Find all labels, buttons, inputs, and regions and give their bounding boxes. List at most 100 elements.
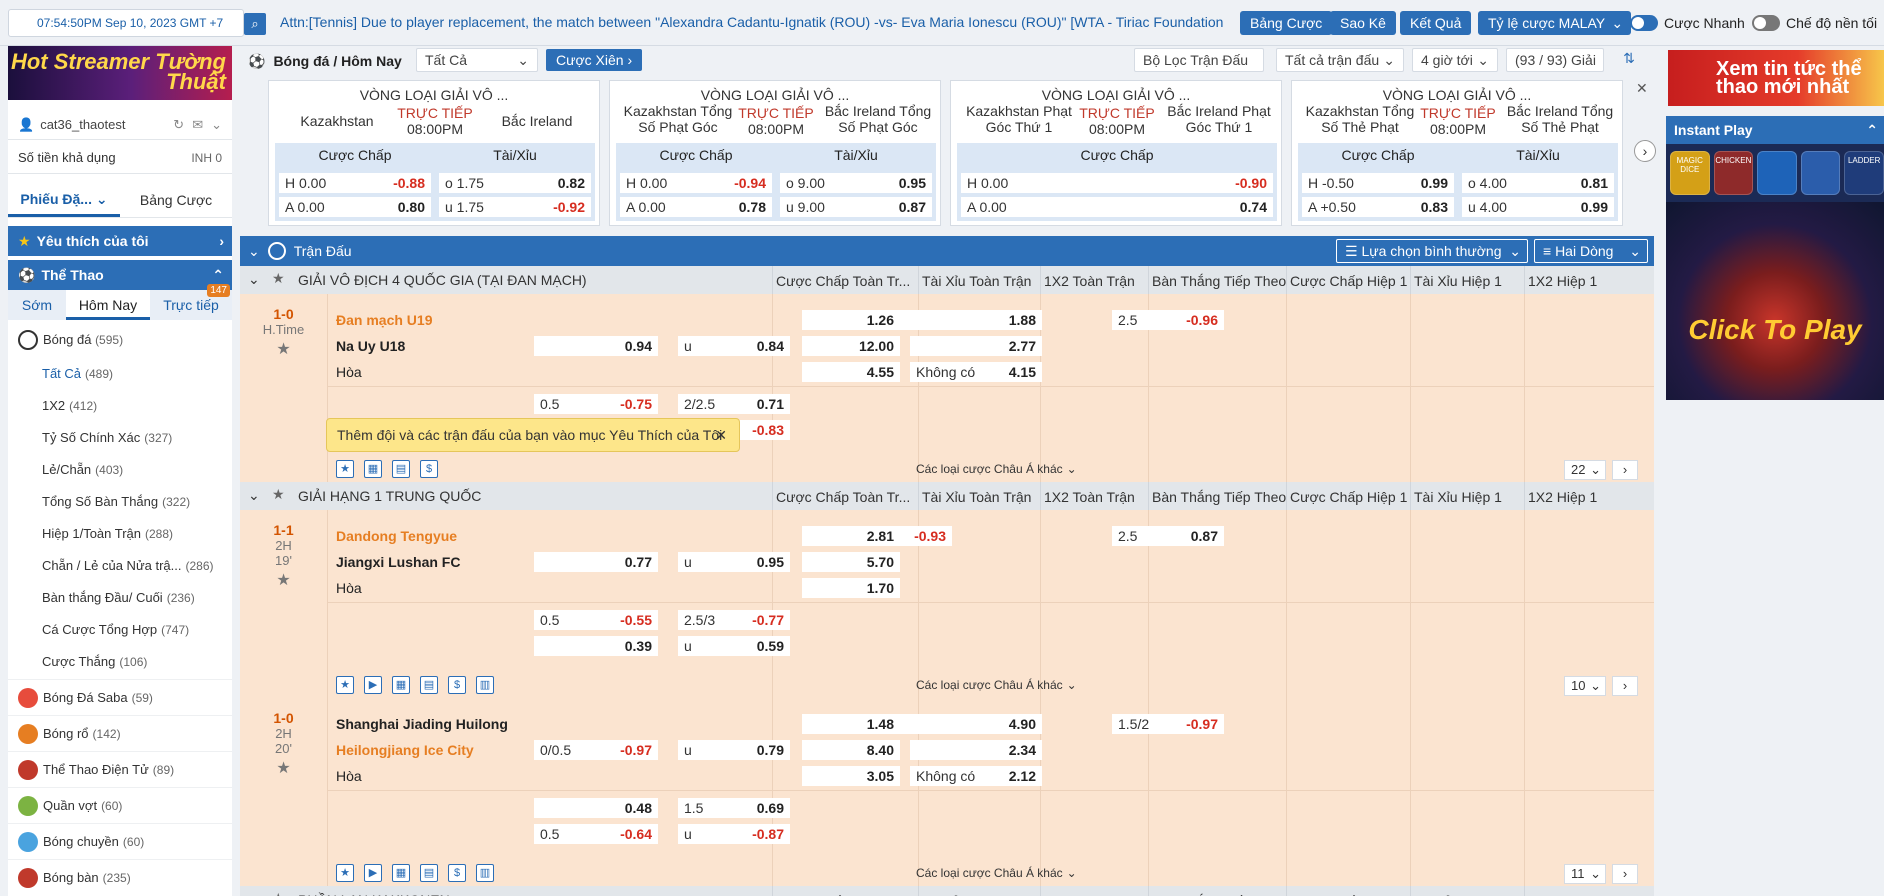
toggle-switch-on[interactable] [1630,15,1658,31]
tab-betslip[interactable]: Phiếu Đặ... ⌄ [8,182,120,217]
market-item[interactable]: Tất Cả (489) [8,358,232,390]
tab-early[interactable]: Sớm [8,290,66,320]
over-under-odds[interactable]: 2.5 -0.96 [1112,310,1224,330]
star-icon[interactable]: ★ [272,890,285,896]
over-under-odds[interactable]: 1.5/2 -0.97 [1112,714,1224,734]
star-icon[interactable]: ★ [336,864,354,882]
chevron-down-icon[interactable]: ⌄ [248,243,260,260]
game-tile[interactable]: MAGIC DICE [1670,151,1710,195]
stats-icon[interactable]: ▦ [392,864,410,882]
tab-live[interactable]: Trực tiếp 147 [150,284,232,320]
sport-football[interactable]: Bóng đá (595) [8,322,232,358]
fast-bet-toggle[interactable]: Cược Nhanh [1630,13,1745,33]
over-under-odds-alt[interactable]: 1.5 0.69 [678,798,790,818]
play-icon[interactable]: ▶ [364,676,382,694]
search-icon[interactable]: ⌕ [244,13,266,35]
game-tile[interactable] [1800,151,1841,195]
chart-icon[interactable]: ▥ [476,864,494,882]
next-goal-odds[interactable]: 1.88 [910,310,1042,330]
sport-item[interactable]: Bóng rổ (142) [8,715,232,751]
odds-cell[interactable]: A 0.00 0.74 [961,197,1273,217]
chevron-down-icon[interactable]: ⌄ [248,891,260,896]
more-asian-bets[interactable]: Các loại cược Châu Á khác ⌄ [916,866,1077,880]
handicap-odds-alt[interactable]: 0.5 -0.55 [534,610,658,630]
results-button[interactable]: Kết Quả [1400,11,1472,35]
1x2-odds[interactable]: 12.00 [802,336,900,356]
bet-list-button[interactable]: Bảng Cược [1240,11,1333,35]
game-tile[interactable] [1757,151,1797,195]
next-page-icon[interactable]: › [1612,676,1638,696]
next-page-icon[interactable]: › [1612,864,1638,884]
sport-item[interactable]: Thể Thao Điện Tử (89) [8,751,232,787]
1x2-odds[interactable]: 1.70 [802,578,900,598]
1x2-odds[interactable]: 8.40 [802,740,900,760]
odds-cell[interactable]: H 0.00 -0.94 [620,173,772,193]
star-icon[interactable]: ★ [336,460,354,478]
tab-betlist[interactable]: Bảng Cược [120,183,232,217]
close-icon[interactable]: ✕ [1636,80,1648,97]
game-tile[interactable]: CHICKEN [1713,151,1754,195]
table-icon[interactable]: ▤ [420,864,438,882]
page-select[interactable]: 11 ⌄ [1564,864,1606,884]
match-filter-select[interactable]: Bộ Lọc Trận Đấu⌄ [1134,48,1264,90]
home-team[interactable]: Dandong Tengyue [336,528,457,544]
star-icon[interactable]: ★ [272,486,285,503]
odds-cell[interactable]: u 9.00 0.87 [780,197,932,217]
parlay-button[interactable]: Cược Xiên › [546,49,643,71]
handicap-odds[interactable]: 0.94 [534,336,658,356]
time-range-select[interactable]: 4 giờ tới ⌄ [1412,48,1498,72]
dollar-icon[interactable]: $ [448,864,466,882]
next-goal-odds[interactable]: Không có 4.15 [910,362,1042,382]
handicap-odds-alt[interactable]: 0.48 [534,798,658,818]
league-count[interactable]: (93 / 93) Giải [1506,48,1604,72]
league-header[interactable]: ⌄ ★ GIẢI VÔ ĐỊCH 4 QUỐC GIA (TẠI ĐAN MẠCH)… [240,266,1654,294]
page-select[interactable]: 22 ⌄ [1564,460,1606,480]
home-team[interactable]: Shanghai Jiading Huilong [336,716,508,732]
notice-marquee[interactable]: Attn:[Tennis] Due to player replacement,… [280,14,1240,30]
odds-cell[interactable]: A 0.00 0.80 [279,197,431,217]
over-under-odds-alt[interactable]: u -0.87 [678,824,790,844]
market-item[interactable]: 1X2 (412) [8,390,232,422]
handicap-odds-alt[interactable]: 0.5 -0.64 [534,824,658,844]
sport-item[interactable]: Bóng chuyền (60) [8,823,232,859]
over-under-odds-alt[interactable]: u 0.59 [678,636,790,656]
carousel-next-icon[interactable]: › [1634,140,1656,162]
odds-cell[interactable]: A 0.00 0.78 [620,197,772,217]
sport-item[interactable]: Quần vợt (60) [8,787,232,823]
1x2-odds[interactable]: 2.81 [802,526,900,546]
instant-play-header[interactable]: Instant Play ⌃ [1666,116,1884,144]
1x2-odds[interactable]: 4.55 [802,362,900,382]
featured-match-card[interactable]: VÒNG LOẠI GIẢI VÔ ... Kazakhstan TRỰC TIẾP… [268,80,600,226]
away-team[interactable]: Jiangxi Lushan FC [336,554,460,570]
handicap-odds[interactable]: 0/0.5 -0.97 [534,740,658,760]
sort-icon[interactable]: ⇅ [1616,50,1642,72]
next-goal-odds[interactable]: 4.90 [910,714,1042,734]
star-icon[interactable]: ★ [240,758,327,778]
market-item[interactable]: Tỷ Số Chính Xác (327) [8,422,232,454]
1x2-odds[interactable]: 1.48 [802,714,900,734]
table-icon[interactable]: ▤ [420,676,438,694]
handicap-odds-alt[interactable]: 0.5 -0.75 [534,394,658,414]
market-item[interactable]: Tổng Số Bàn Thắng (322) [8,486,232,518]
handicap-odds[interactable]: 0.77 [534,552,658,572]
league-header[interactable]: ⌄ ★ GIẢI HẠNG 1 TRUNG QUỐC Cược Chấp Toàn T… [240,482,1654,510]
star-icon[interactable]: ★ [272,270,285,287]
game-tile[interactable]: LADDER [1844,151,1884,195]
chevron-down-icon[interactable]: ⌄ [248,271,260,288]
favorites-header[interactable]: ★ Yêu thích của tôi › [8,226,232,256]
page-select[interactable]: 10 ⌄ [1564,676,1606,696]
odds-cell[interactable]: o 4.00 0.81 [1462,173,1614,193]
sports-header[interactable]: ⚽ Thể Thao ⌃ [8,260,232,290]
odds-cell[interactable]: H 0.00 -0.90 [961,173,1273,193]
dark-mode-toggle[interactable]: Chế độ nền tối [1752,13,1877,33]
odds-cell[interactable]: H -0.50 0.99 [1302,173,1454,193]
1x2-odds[interactable]: 1.26 [802,310,900,330]
streamer-banner[interactable]: Hot Streamer Tường Thuật [8,46,232,100]
chevron-down-icon[interactable]: ⌄ [248,487,260,504]
featured-match-card[interactable]: VÒNG LOẠI GIẢI VÔ ... Kazakhstan Tổng Số … [609,80,941,226]
dollar-icon[interactable]: $ [420,460,438,478]
1x2-odds[interactable]: 5.70 [802,552,900,572]
line-mode-select[interactable]: ≡ Hai Dòng ⌄ [1534,239,1648,263]
more-asian-bets[interactable]: Các loại cược Châu Á khác ⌄ [916,462,1077,476]
toggle-switch-off[interactable] [1752,15,1780,31]
